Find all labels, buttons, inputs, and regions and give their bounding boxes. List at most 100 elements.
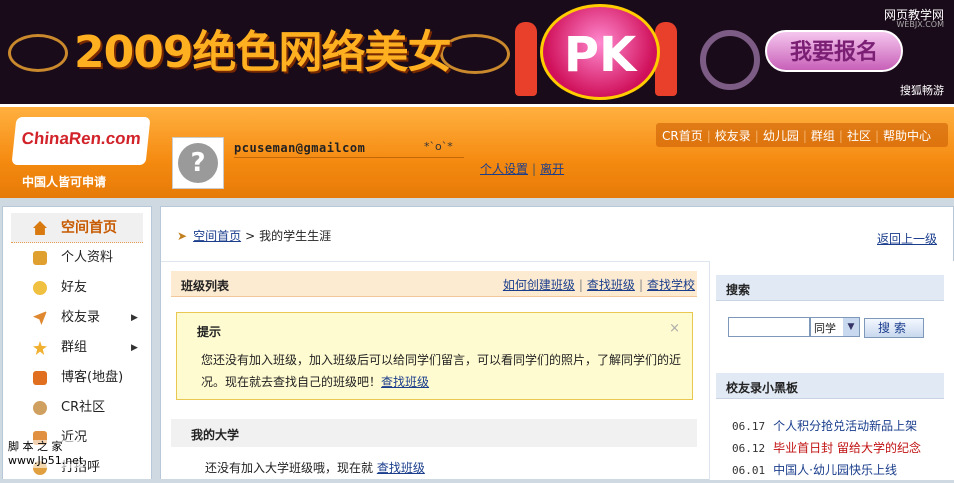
university-body: 还没有加入大学班级哦，现在就 查找班级 (205, 459, 425, 476)
board-date: 06.01 (732, 464, 766, 477)
sidebar-item-profile[interactable]: 个人资料 (3, 243, 151, 273)
breadcrumb: ➤ 空间首页 > 我的学生生涯 (177, 227, 331, 244)
separator: | (578, 278, 583, 292)
list-item[interactable]: 06.12 毕业首日封 留给大学的纪念 (732, 439, 921, 456)
search-header: 搜索 (716, 275, 944, 301)
search-button[interactable]: 搜索 (864, 318, 924, 338)
user-email: pcuseman@gmailcom (234, 141, 366, 155)
sidebar-item-label: 博客(地盘) (61, 370, 124, 385)
nav-groups[interactable]: 群组 (811, 129, 835, 143)
list-item[interactable]: 06.17 个人积分抢兑活动新品上架 (732, 417, 917, 434)
class-list-header: 班级列表 如何创建班级 | 查找班级 | 查找学校 (171, 271, 697, 297)
sidebar-item-label: 校友录 (61, 310, 101, 325)
separator: | (874, 129, 880, 143)
group-star-icon (33, 341, 47, 355)
nav-cr-home[interactable]: CR首页 (662, 129, 703, 143)
swirl-decoration (440, 34, 510, 74)
watermark-line: 脚 本 之 家 (8, 440, 63, 453)
class-list-links: 如何创建班级 | 查找班级 | 查找学校 (503, 276, 695, 293)
nav-community[interactable]: 社区 (847, 129, 871, 143)
paper-plane-icon (33, 311, 47, 325)
default-avatar-icon: ? (178, 143, 218, 183)
breadcrumb-home-link[interactable]: 空间首页 (193, 229, 241, 243)
board-header: 校友录小黑板 (716, 373, 944, 399)
sidebar-item-label: 个人资料 (61, 250, 114, 265)
tip-find-class-link[interactable]: 查找班级 (381, 375, 429, 389)
right-panel: 搜索 同学 ▼ 搜索 校友录小黑板 06.17 个人积分抢兑活动新品上架 06.1… (709, 261, 954, 480)
board-date: 06.17 (732, 420, 766, 433)
board-title: 校友录小黑板 (726, 381, 799, 395)
tip-body: 您还没有加入班级，加入班级后可以给同学们留言，可以看同学们的照片，了解同学们的近… (201, 349, 681, 393)
signup-button[interactable]: 我要报名 (765, 30, 903, 72)
pk-badge: PK (540, 4, 660, 100)
user-emoticon: *`o`* (424, 140, 453, 153)
close-icon[interactable]: × (669, 321, 680, 336)
logout-link[interactable]: 离开 (540, 162, 564, 176)
sidebar-item-label: 群组 (61, 340, 88, 355)
breadcrumb-current: 我的学生生涯 (259, 229, 332, 243)
sidebar-item-groups[interactable]: 群组 ▶ (3, 333, 151, 363)
separator: | (706, 129, 711, 143)
sidebar-item-alumni[interactable]: 校友录 ▶ (3, 303, 151, 333)
sidebar-item-blog[interactable]: 博客(地盘) (3, 363, 151, 393)
find-class-link[interactable]: 查找班级 (587, 278, 635, 292)
university-header: 我的大学 (171, 419, 697, 447)
paper-plane-icon: ➤ (177, 229, 188, 243)
board-link[interactable]: 中国人·幼儿园快乐上线 (773, 463, 897, 477)
swirl-decoration (8, 34, 68, 72)
class-list-title: 班级列表 (181, 279, 230, 293)
watermark: 脚 本 之 家 www.Jb51.net (8, 440, 84, 468)
divider (234, 157, 464, 158)
find-school-link[interactable]: 查找学校 (647, 278, 695, 292)
logo-slogan: 中国人皆可申请 (22, 175, 107, 189)
sidebar-item-label: 好友 (61, 280, 88, 295)
main-content: ➤ 空间首页 > 我的学生生涯 返回上一级 班级列表 如何创建班级 | 查找班级 | 查找学校… (160, 206, 954, 480)
expand-arrow-icon[interactable]: ▶ (131, 303, 138, 333)
site-watermark-sub: WEBJX.COM (896, 20, 944, 29)
friend-icon (33, 281, 47, 295)
sidebar-item-friends[interactable]: 好友 (3, 273, 151, 303)
ad-banner[interactable]: 2009绝色网络美女 PK 我要报名 网页教学网 WEBJX.COM 搜狐畅游 (0, 0, 954, 104)
nav-kindergarten[interactable]: 幼儿园 (763, 129, 799, 143)
university-text: 还没有加入大学班级哦，现在就 (205, 461, 374, 475)
avatar[interactable]: ? (172, 137, 224, 189)
how-create-class-link[interactable]: 如何创建班级 (503, 278, 575, 292)
logo-text: ChinaRen.com (20, 129, 142, 148)
dancer-figure-icon (515, 22, 537, 96)
tip-text: 您还没有加入班级，加入班级后可以给同学们留言，可以看同学们的照片，了解同学们的近… (201, 353, 682, 389)
separator: | (754, 129, 759, 143)
separator: | (532, 162, 537, 176)
settings-link[interactable]: 个人设置 (480, 162, 528, 176)
expand-arrow-icon[interactable]: ▶ (131, 333, 138, 363)
separator: | (802, 129, 807, 143)
sidebar: 空间首页 个人资料 好友 校友录 ▶ 群组 ▶ 博客(地盘) CR社区 近况 打… (2, 206, 152, 479)
nav-help[interactable]: 帮助中心 (883, 129, 931, 143)
top-nav: CR首页 | 校友录 | 幼儿园 | 群组 | 社区 | 帮助中心 (656, 123, 948, 147)
sidebar-item-label: CR社区 (61, 400, 106, 415)
banner-title: 2009绝色网络美女 (74, 27, 451, 78)
list-item[interactable]: 06.01 中国人·幼儿园快乐上线 (732, 461, 897, 478)
sidebar-item-community[interactable]: CR社区 (3, 393, 151, 423)
separator: | (638, 278, 643, 292)
nav-alumni[interactable]: 校友录 (715, 129, 751, 143)
community-icon (33, 401, 47, 415)
chinaren-logo[interactable]: ChinaRen.com (11, 117, 151, 165)
breadcrumb-separator: > (245, 229, 256, 243)
tip-box: 提示 × 您还没有加入班级，加入班级后可以给同学们留言，可以看同学们的照片，了解… (176, 312, 693, 400)
search-input[interactable] (728, 317, 810, 337)
back-link[interactable]: 返回上一级 (877, 230, 937, 247)
profile-card-icon (33, 251, 47, 265)
board-link[interactable]: 毕业首日封 留给大学的纪念 (773, 441, 921, 455)
user-links: 个人设置 | 离开 (480, 160, 564, 177)
stripe-decoration (700, 30, 760, 90)
chevron-down-icon[interactable]: ▼ (843, 318, 859, 336)
watermark-line: www.Jb51.net (8, 454, 84, 467)
university-find-class-link[interactable]: 查找班级 (377, 461, 425, 475)
board-link[interactable]: 个人积分抢兑活动新品上架 (773, 419, 917, 433)
banner-brand: 搜狐畅游 (900, 84, 944, 97)
home-icon (33, 221, 47, 235)
search-title: 搜索 (726, 283, 751, 297)
blog-icon (33, 371, 47, 385)
board-date: 06.12 (732, 442, 766, 455)
sidebar-item-home[interactable]: 空间首页 (11, 213, 143, 243)
